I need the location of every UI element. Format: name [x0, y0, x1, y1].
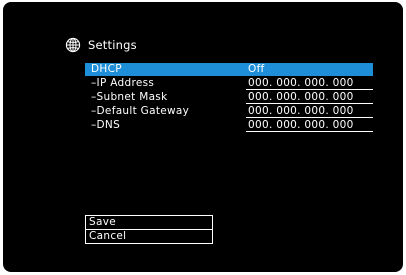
subnet-mask-row[interactable]: –Subnet Mask 000. 000. 000. 000 — [85, 91, 373, 104]
page-title: Settings — [88, 38, 137, 52]
dhcp-value: Off — [248, 63, 265, 75]
cancel-button[interactable]: Cancel — [86, 229, 212, 243]
action-buttons: Save Cancel — [85, 215, 213, 244]
globe-icon — [65, 37, 81, 53]
subnet-mask-field[interactable]: 000. 000. 000. 000 — [246, 91, 373, 104]
settings-screen: Settings DHCP Off –IP Address 000. 000. … — [3, 2, 403, 272]
default-gateway-label: –Default Gateway — [91, 105, 190, 117]
dhcp-row[interactable]: DHCP Off — [85, 63, 373, 76]
dns-row[interactable]: –DNS 000. 000. 000. 000 — [85, 119, 373, 132]
dns-label: –DNS — [91, 119, 121, 131]
subnet-mask-label: –Subnet Mask — [91, 91, 168, 103]
dns-field[interactable]: 000. 000. 000. 000 — [246, 119, 373, 132]
dhcp-label: DHCP — [91, 63, 122, 75]
default-gateway-field[interactable]: 000. 000. 000. 000 — [246, 105, 373, 118]
ip-address-field[interactable]: 000. 000. 000. 000 — [246, 77, 373, 90]
ip-address-row[interactable]: –IP Address 000. 000. 000. 000 — [85, 77, 373, 90]
save-button[interactable]: Save — [86, 216, 212, 229]
default-gateway-row[interactable]: –Default Gateway 000. 000. 000. 000 — [85, 105, 373, 118]
settings-header: Settings — [65, 37, 137, 53]
ip-address-label: –IP Address — [91, 77, 155, 89]
